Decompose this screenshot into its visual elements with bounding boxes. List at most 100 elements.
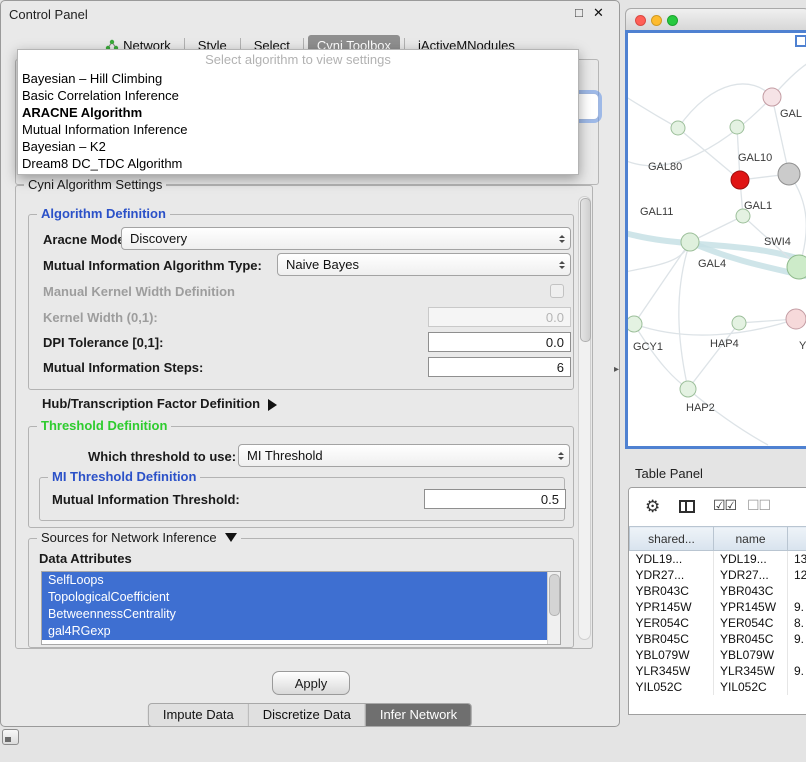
column-header[interactable]: name xyxy=(714,527,788,551)
table-row[interactable]: YBR043CYBR043C xyxy=(630,583,806,599)
mi-type-select[interactable]: Naive Bayes xyxy=(277,253,571,276)
algorithm-dropdown-popup: Select algorithm to view settings Bayesi… xyxy=(17,49,579,175)
network-node[interactable] xyxy=(787,255,806,279)
network-node[interactable] xyxy=(628,316,642,332)
deselect-all-checks-icon[interactable]: ☐☐ xyxy=(747,497,770,514)
hub-definition-toggle[interactable]: Hub/Transcription Factor Definition xyxy=(42,396,283,411)
network-node[interactable] xyxy=(731,171,749,189)
table-row[interactable]: YDR27...YDR27...12 xyxy=(630,567,806,583)
data-attribute-item[interactable]: SelfLoops xyxy=(42,572,548,589)
data-attribute-item[interactable]: TopologicalCoefficient xyxy=(42,589,548,606)
network-node[interactable] xyxy=(671,121,685,135)
network-node-label: GAL4 xyxy=(698,258,726,270)
canvas-corner-widget[interactable] xyxy=(795,35,806,47)
network-node[interactable] xyxy=(786,309,806,329)
table-toolbar: ⚙ ☑☑ ☐☐ xyxy=(629,488,806,527)
collapse-down-icon xyxy=(225,533,237,548)
panel-divider-arrow[interactable]: ▸ xyxy=(614,364,619,375)
select-all-checks-icon[interactable]: ☑☑ xyxy=(713,497,736,514)
data-attributes-list: SelfLoopsTopologicalCoefficientBetweenne… xyxy=(42,572,560,640)
mi-threshold-field[interactable]: 0.5 xyxy=(424,489,566,509)
apply-button[interactable]: Apply xyxy=(272,671,350,695)
zoom-traffic-light[interactable] xyxy=(667,15,678,26)
mi-threshold-label: Mutual Information Threshold: xyxy=(52,492,240,507)
dpi-tolerance-label: DPI Tolerance [0,1]: xyxy=(43,335,163,350)
table-row[interactable]: YDL19...YDL19...13 xyxy=(630,551,806,568)
mi-threshold-group: MI Threshold Definition Mutual Informati… xyxy=(39,477,565,521)
table-row[interactable]: YPR145WYPR145W9. xyxy=(630,599,806,615)
gear-icon[interactable]: ⚙ xyxy=(645,497,660,517)
dpi-tolerance-field[interactable]: 0.0 xyxy=(428,332,571,352)
algorithm-option[interactable]: Bayesian – K2 xyxy=(18,138,578,155)
network-graph: GALGAL80GAL10GAL11GAL1SWI4GAL4GCY1HAP4YH… xyxy=(628,33,806,446)
network-node[interactable] xyxy=(778,163,800,185)
aracne-mode-label: Aracne Mode: xyxy=(43,232,129,247)
tab-infer-network[interactable]: Infer Network xyxy=(365,704,471,726)
table-row[interactable]: YIL052CYIL052C xyxy=(630,679,806,695)
algorithm-option[interactable]: Basic Correlation Inference xyxy=(18,87,578,104)
close-traffic-light[interactable] xyxy=(635,15,646,26)
algorithm-option[interactable]: Dream8 DC_TDC Algorithm xyxy=(18,155,578,172)
network-node-label: GAL xyxy=(780,108,802,120)
combo-arrows-icon xyxy=(554,232,570,246)
close-window-icon[interactable]: ✕ xyxy=(593,5,604,21)
sources-group-title[interactable]: Sources for Network Inference xyxy=(37,530,241,548)
control-panel-titlebar: Control Panel □ ✕ xyxy=(1,1,619,27)
mi-steps-field[interactable]: 6 xyxy=(428,357,571,377)
column-header[interactable]: shared... xyxy=(630,527,714,551)
sources-group: Sources for Network Inference Data Attri… xyxy=(28,538,574,648)
algorithm-option[interactable]: Bayesian – Hill Climbing xyxy=(18,70,578,87)
algorithm-dropdown-list: Bayesian – Hill ClimbingBasic Correlatio… xyxy=(18,70,578,172)
table-header-row: shared... name xyxy=(630,527,806,551)
table-row[interactable]: YLR345WYLR345W9. xyxy=(630,663,806,679)
algorithm-option[interactable]: ARACNE Algorithm xyxy=(18,104,578,121)
table-panel-title: Table Panel xyxy=(635,466,703,481)
aracne-mode-select[interactable]: Discovery xyxy=(121,227,571,250)
network-canvas[interactable]: GALGAL80GAL10GAL11GAL1SWI4GAL4GCY1HAP4YH… xyxy=(625,30,806,449)
combo-arrows-icon xyxy=(553,449,569,463)
control-panel-window: Control Panel □ ✕ Network Style Select C… xyxy=(0,0,620,727)
network-view-window: GALGAL80GAL10GAL11GAL1SWI4GAL4GCY1HAP4YH… xyxy=(625,8,806,449)
network-node-label: Y xyxy=(799,340,806,352)
minimize-traffic-light[interactable] xyxy=(651,15,662,26)
scrollbar-thumb[interactable] xyxy=(549,574,560,616)
bottom-tabbar: Impute Data Discretize Data Infer Networ… xyxy=(148,703,472,727)
network-node-label: GAL1 xyxy=(744,200,772,212)
network-node[interactable] xyxy=(732,316,746,330)
threshold-definition-group: Threshold Definition Which threshold to … xyxy=(28,426,574,528)
tab-impute-data[interactable]: Impute Data xyxy=(149,704,248,726)
network-node[interactable] xyxy=(680,381,696,397)
manual-kernel-checkbox[interactable] xyxy=(550,284,564,298)
algorithm-definition-title: Algorithm Definition xyxy=(37,206,170,221)
node-attribute-table: shared... name YDL19...YDL19...13YDR27..… xyxy=(629,526,806,695)
kernel-width-field[interactable]: 0.0 xyxy=(428,307,571,327)
data-attribute-item[interactable]: gal4RGexp xyxy=(42,623,548,640)
mi-steps-label: Mutual Information Steps: xyxy=(43,360,203,375)
table-row[interactable]: YER054CYER054C8. xyxy=(630,615,806,631)
network-node-label: GAL80 xyxy=(648,161,682,173)
attributes-list-scrollbar[interactable] xyxy=(547,572,560,644)
which-threshold-select[interactable]: MI Threshold xyxy=(238,444,570,467)
kernel-width-label: Kernel Width (0,1): xyxy=(43,310,158,325)
network-window-titlebar[interactable] xyxy=(625,8,806,30)
float-window-icon[interactable]: □ xyxy=(575,5,583,20)
column-header[interactable] xyxy=(788,527,806,551)
data-attribute-item[interactable]: BetweennessCentrality xyxy=(42,606,548,623)
panel-toggle-button[interactable] xyxy=(2,729,19,745)
network-node[interactable] xyxy=(763,88,781,106)
network-node[interactable] xyxy=(730,120,744,134)
collapse-right-icon xyxy=(268,399,283,411)
network-node-label: GAL11 xyxy=(640,206,673,218)
network-node-label: HAP4 xyxy=(710,338,739,350)
table-row[interactable]: YBL079WYBL079W xyxy=(630,647,806,663)
table-row[interactable]: YBR045CYBR045C9. xyxy=(630,631,806,647)
scrollbar-thumb[interactable] xyxy=(580,198,591,342)
network-node[interactable] xyxy=(681,233,699,251)
combo-arrows-icon xyxy=(554,258,570,272)
settings-scrollbar[interactable] xyxy=(578,196,591,640)
data-attributes-listbox: SelfLoopsTopologicalCoefficientBetweenne… xyxy=(41,571,561,645)
algorithm-option[interactable]: Mutual Information Inference xyxy=(18,121,578,138)
tab-discretize-data[interactable]: Discretize Data xyxy=(248,704,365,726)
columns-icon[interactable] xyxy=(679,500,695,513)
network-node[interactable] xyxy=(736,209,750,223)
